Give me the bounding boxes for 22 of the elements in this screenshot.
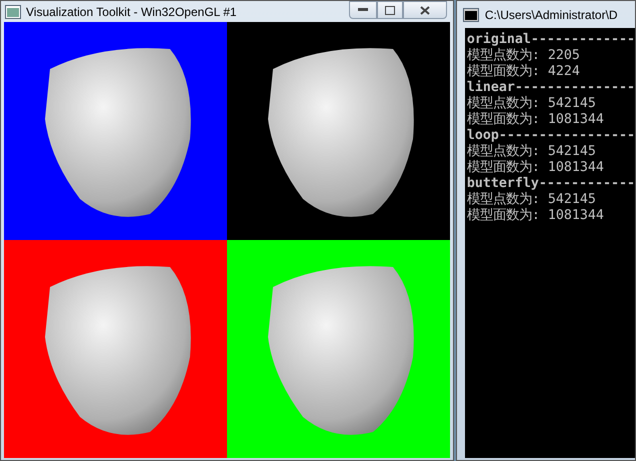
console-line: 模型面数为: 1081344 (466, 208, 605, 224)
console-line: 模型点数为: 542145 (466, 144, 597, 160)
console-line: butterfly------------ (466, 176, 635, 192)
maximize-icon (384, 6, 395, 14)
close-icon (420, 6, 430, 14)
minimize-icon (358, 8, 368, 12)
console-line: loop----------------- (466, 128, 635, 144)
app-icon (5, 4, 21, 18)
close-button[interactable] (402, 1, 447, 19)
console-icon (462, 8, 479, 22)
console-line: 模型面数为: 1081344 (466, 112, 605, 128)
console-line: original------------- (466, 32, 635, 48)
console-line: 模型点数为: 542145 (466, 192, 597, 208)
maximize-button[interactable] (376, 1, 403, 19)
console-title: C:\Users\Administrator\D (484, 8, 618, 22)
window-title: Visualization Toolkit - Win32OpenGL #1 (26, 4, 237, 18)
console-line: 模型面数为: 4224 (466, 64, 581, 80)
console-line: 模型点数为: 542145 (466, 96, 597, 112)
console-line: linear--------------- (466, 80, 635, 96)
console-line: 模型面数为: 1081344 (466, 160, 605, 176)
minimize-button[interactable] (348, 1, 377, 19)
console-line: 模型点数为: 2205 (466, 48, 581, 64)
